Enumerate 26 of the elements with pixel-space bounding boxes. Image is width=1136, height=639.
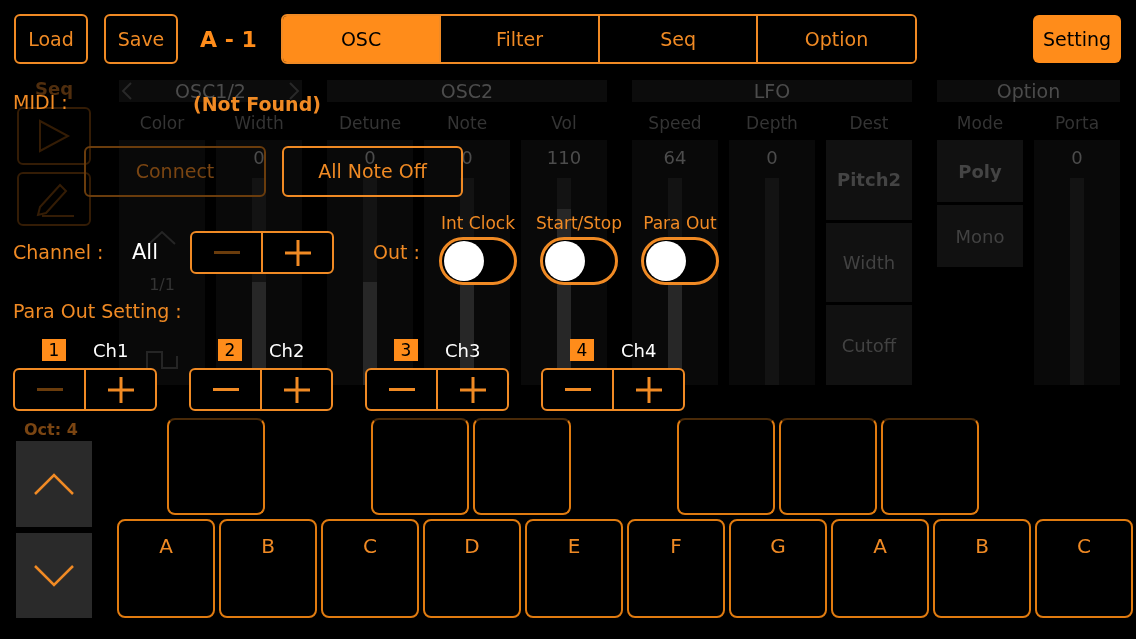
channel-number: 2: [218, 339, 242, 361]
preset-name: A - 1: [200, 25, 257, 54]
channel-number: 1: [42, 339, 66, 361]
slider-value: 0: [253, 148, 265, 168]
toggle-label: Start/Stop: [536, 212, 622, 235]
slider-value: 0: [766, 148, 778, 168]
toggle-label: Para Out: [643, 212, 717, 235]
section-title: OSC2: [440, 80, 494, 102]
channel-number: 3: [394, 339, 418, 361]
out-label: Out :: [373, 241, 420, 264]
section-title: Option: [996, 80, 1061, 102]
channel-name: Ch1: [93, 338, 129, 363]
channel-label: Channel :: [13, 241, 104, 264]
channel-value: All: [132, 239, 159, 264]
slider-value: 64: [663, 148, 687, 168]
toggle-label: Int Clock: [440, 212, 515, 235]
channel-name: Ch4: [621, 338, 657, 363]
slider-value: 0: [461, 148, 473, 168]
slider-value: 0: [1071, 148, 1083, 168]
slider-value: 110: [546, 148, 582, 168]
channel-name: Ch2: [269, 338, 305, 363]
channel-number: 4: [570, 339, 594, 361]
channel-name: Ch3: [445, 338, 481, 363]
para-out-label: Para Out Setting :: [13, 300, 182, 322]
octave-label: Oct: 4: [24, 420, 78, 439]
section-title: LFO: [753, 80, 791, 102]
